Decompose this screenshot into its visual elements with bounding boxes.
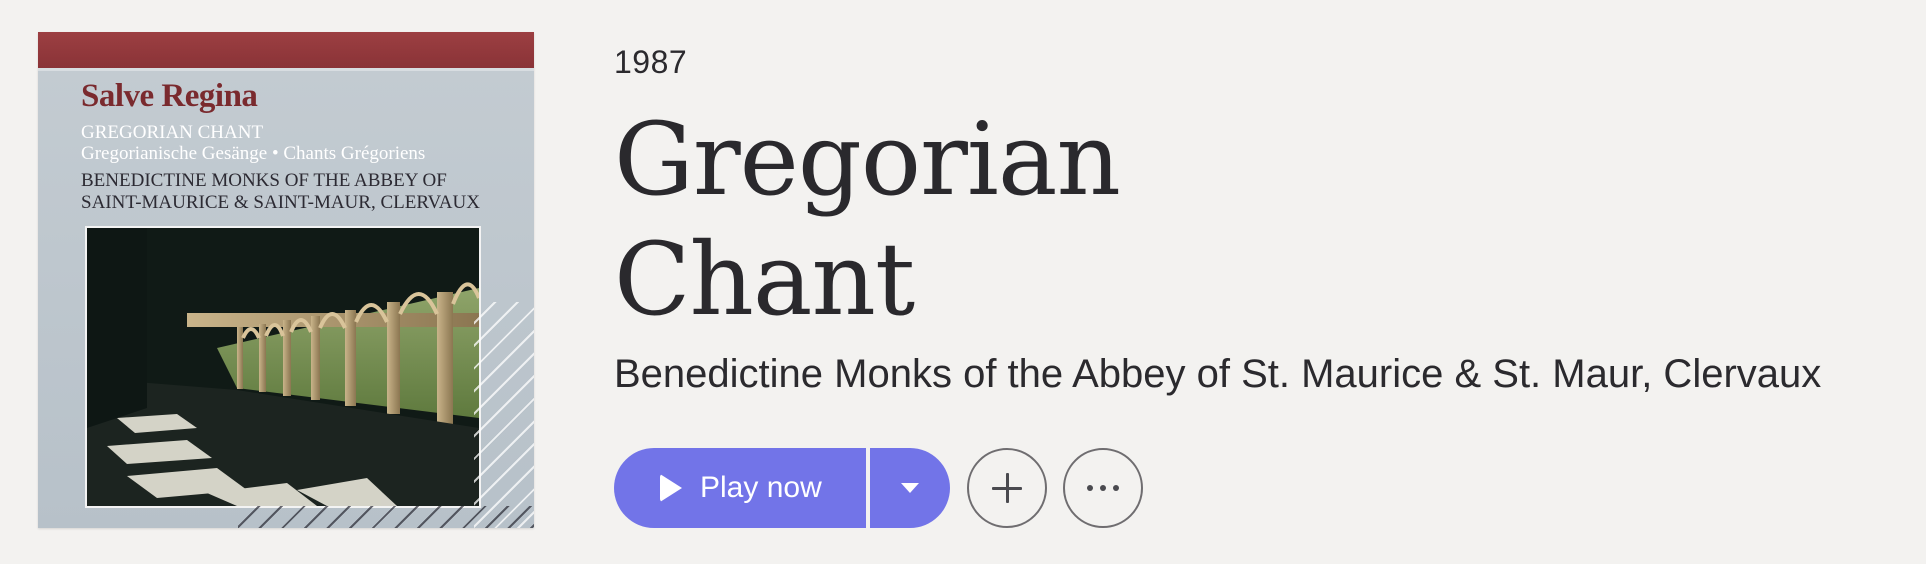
- album-header: Salve Regina GREGORIAN CHANT Gregorianis…: [0, 0, 1926, 564]
- cover-subtitle: GREGORIAN CHANT: [81, 122, 264, 143]
- artist-name[interactable]: Benedictine Monks of the Abbey of St. Ma…: [614, 352, 1821, 397]
- album-title-line: Chant: [614, 221, 915, 338]
- more-horizontal-icon: [1087, 485, 1119, 491]
- play-now-button[interactable]: Play now: [614, 448, 866, 528]
- cover-artist-line: BENEDICTINE MONKS OF THE ABBEY OF: [81, 170, 447, 191]
- cover-color-band: [38, 32, 534, 71]
- play-split-button: Play now: [614, 448, 950, 528]
- play-now-label: Play now: [700, 471, 822, 504]
- album-title: Gregorian Chant: [614, 100, 1121, 340]
- cover-title: Salve Regina: [81, 78, 258, 114]
- cover-decor-stripes: [238, 506, 534, 528]
- caret-down-icon: [901, 483, 919, 493]
- more-options-button[interactable]: [1063, 448, 1143, 528]
- cover-artist-line: SAINT-MAURICE & SAINT-MAUR, CLERVAUX: [81, 192, 480, 213]
- cover-subtitle-languages: Gregorianische Gesänge • Chants Grégorie…: [81, 143, 426, 164]
- play-options-dropdown-button[interactable]: [870, 448, 950, 528]
- cloister-photo: [85, 226, 481, 508]
- add-to-library-button[interactable]: [967, 448, 1047, 528]
- cover-decor-stripes: [474, 302, 534, 528]
- plus-icon: [992, 473, 1022, 503]
- album-title-line: Gregorian: [614, 101, 1121, 218]
- release-year: 1987: [614, 44, 688, 80]
- play-icon: [660, 474, 682, 502]
- album-cover-art[interactable]: Salve Regina GREGORIAN CHANT Gregorianis…: [38, 32, 534, 528]
